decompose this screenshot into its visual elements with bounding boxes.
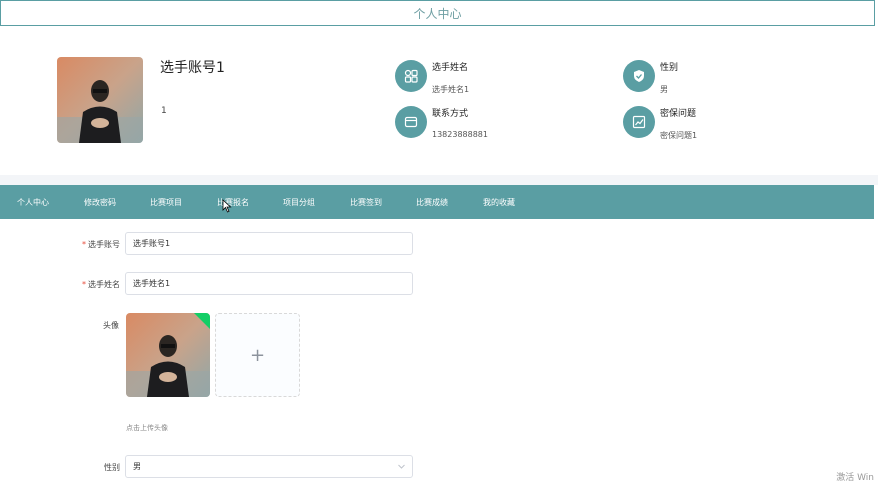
grid-icon bbox=[395, 60, 427, 92]
info-value: 选手姓名1 bbox=[432, 85, 470, 94]
chevron-down-icon bbox=[398, 464, 405, 469]
card-icon bbox=[395, 106, 427, 138]
profile-form: *选手账号 选手账号1 *选手姓名 选手姓名1 头像 + 点击上传头像 性别 bbox=[0, 219, 878, 485]
divider bbox=[0, 175, 878, 185]
info-label: 选手姓名 bbox=[432, 63, 469, 73]
tab-favorites[interactable]: 我的收藏 bbox=[483, 197, 549, 208]
info-value: 13823888881 bbox=[432, 130, 488, 139]
account-label: * 选手账号 bbox=[82, 240, 120, 249]
plus-icon: + bbox=[249, 344, 266, 366]
profile-id: 1 bbox=[161, 106, 167, 116]
page-title-bar: 个人中心 bbox=[0, 0, 875, 26]
info-value: 密保问题1 bbox=[660, 131, 698, 140]
chart-icon bbox=[623, 106, 655, 138]
name-input[interactable]: 选手姓名1 bbox=[125, 272, 413, 295]
upload-hint: 点击上传头像 bbox=[126, 424, 168, 432]
tab-checkin[interactable]: 比赛签到 bbox=[350, 197, 416, 208]
account-input[interactable]: 选手账号1 bbox=[125, 232, 413, 255]
tab-change-password[interactable]: 修改密码 bbox=[84, 197, 150, 208]
page-title: 个人中心 bbox=[413, 6, 462, 21]
info-label: 密保问题 bbox=[660, 109, 697, 119]
tab-grouping[interactable]: 项目分组 bbox=[283, 197, 350, 208]
cursor-icon bbox=[222, 199, 232, 213]
tab-results[interactable]: 比赛成绩 bbox=[416, 197, 483, 208]
uploaded-avatar[interactable] bbox=[126, 313, 210, 397]
shield-check-icon bbox=[623, 60, 655, 92]
avatar-label: 头像 bbox=[103, 321, 119, 330]
gender-label: 性别 bbox=[104, 463, 120, 472]
upload-button[interactable]: + bbox=[215, 313, 300, 397]
tab-nav: 个人中心 修改密码 比赛项目 比赛报名 项目分组 比赛签到 比赛成绩 我的收藏 bbox=[0, 185, 874, 219]
avatar bbox=[57, 57, 143, 143]
success-check-icon bbox=[194, 313, 210, 329]
info-label: 联系方式 bbox=[432, 109, 469, 119]
tab-profile[interactable]: 个人中心 bbox=[17, 197, 84, 208]
gender-select[interactable]: 男 bbox=[125, 455, 413, 478]
profile-card: 选手账号1 1 选手姓名 选手姓名1 性别 男 联系方式 13823888881… bbox=[0, 27, 878, 175]
name-label: * 选手姓名 bbox=[82, 280, 120, 289]
watermark: 激活 Win bbox=[836, 473, 874, 483]
tab-events[interactable]: 比赛项目 bbox=[150, 197, 217, 208]
profile-username: 选手账号1 bbox=[160, 60, 225, 76]
info-value: 男 bbox=[660, 85, 668, 94]
info-label: 性别 bbox=[660, 63, 679, 73]
